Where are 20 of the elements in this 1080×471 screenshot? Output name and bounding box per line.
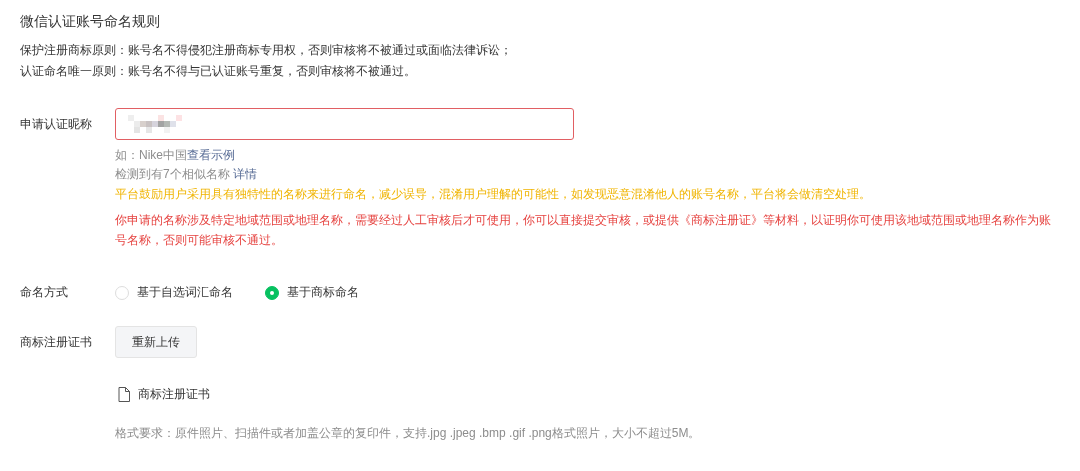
hint-text: 如：Nike中国查看示例 (115, 147, 236, 164)
field-label: 命名方式 (20, 284, 69, 301)
section-title: 微信认证账号命名规则 (20, 12, 161, 31)
field-label: 申请认证昵称 (20, 116, 93, 133)
hint-link[interactable]: 详情 (233, 167, 257, 181)
radio-label[interactable]: 基于商标命名 (287, 284, 359, 301)
nickname-input-field[interactable] (115, 108, 574, 140)
notice-text: 平台鼓励用户采用具有独特性的名称来进行命名，减少误导，混淆用户理解的可能性，如发现恶意混淆他人的账号名称，平台将会做清空处理。 (115, 186, 872, 203)
hint-link[interactable]: 查看示例 (187, 148, 235, 162)
reupload-button[interactable]: 重新上传 (115, 326, 197, 358)
warning-text: 你申请的名称涉及特定地域范围或地理名称，需要经过人工审核后才可使用，你可以直接提交审核，或提供《商标注册证》等材料，以证明你可使用该地域范围或地理名称作为账号名称，否则可能审核不通过。 (115, 212, 1052, 249)
hint-text: 检测到有7个相似名称 详情 (115, 166, 258, 183)
rule-text: 保护注册商标原则：账号名不得侵犯注册商标专用权，否则审核将不被通过或面临法律诉讼； (20, 42, 513, 59)
radio-label[interactable]: 基于自选词汇命名 (137, 284, 233, 301)
document-icon (118, 387, 130, 402)
file-name[interactable]: 商标注册证书 (138, 386, 210, 403)
field-label: 商标注册证书 (20, 333, 93, 351)
radio-button[interactable] (265, 285, 279, 300)
rule-text: 认证命名唯一原则：账号名不得与已认证账号重复，否则审核将不被通过。 (20, 63, 417, 80)
format-requirement-text: 格式要求：原件照片、扫描件或者加盖公章的复印件，支持.jpg .jpeg .bmp .gif .png格式照片，大小不超过5M。 (115, 425, 702, 442)
